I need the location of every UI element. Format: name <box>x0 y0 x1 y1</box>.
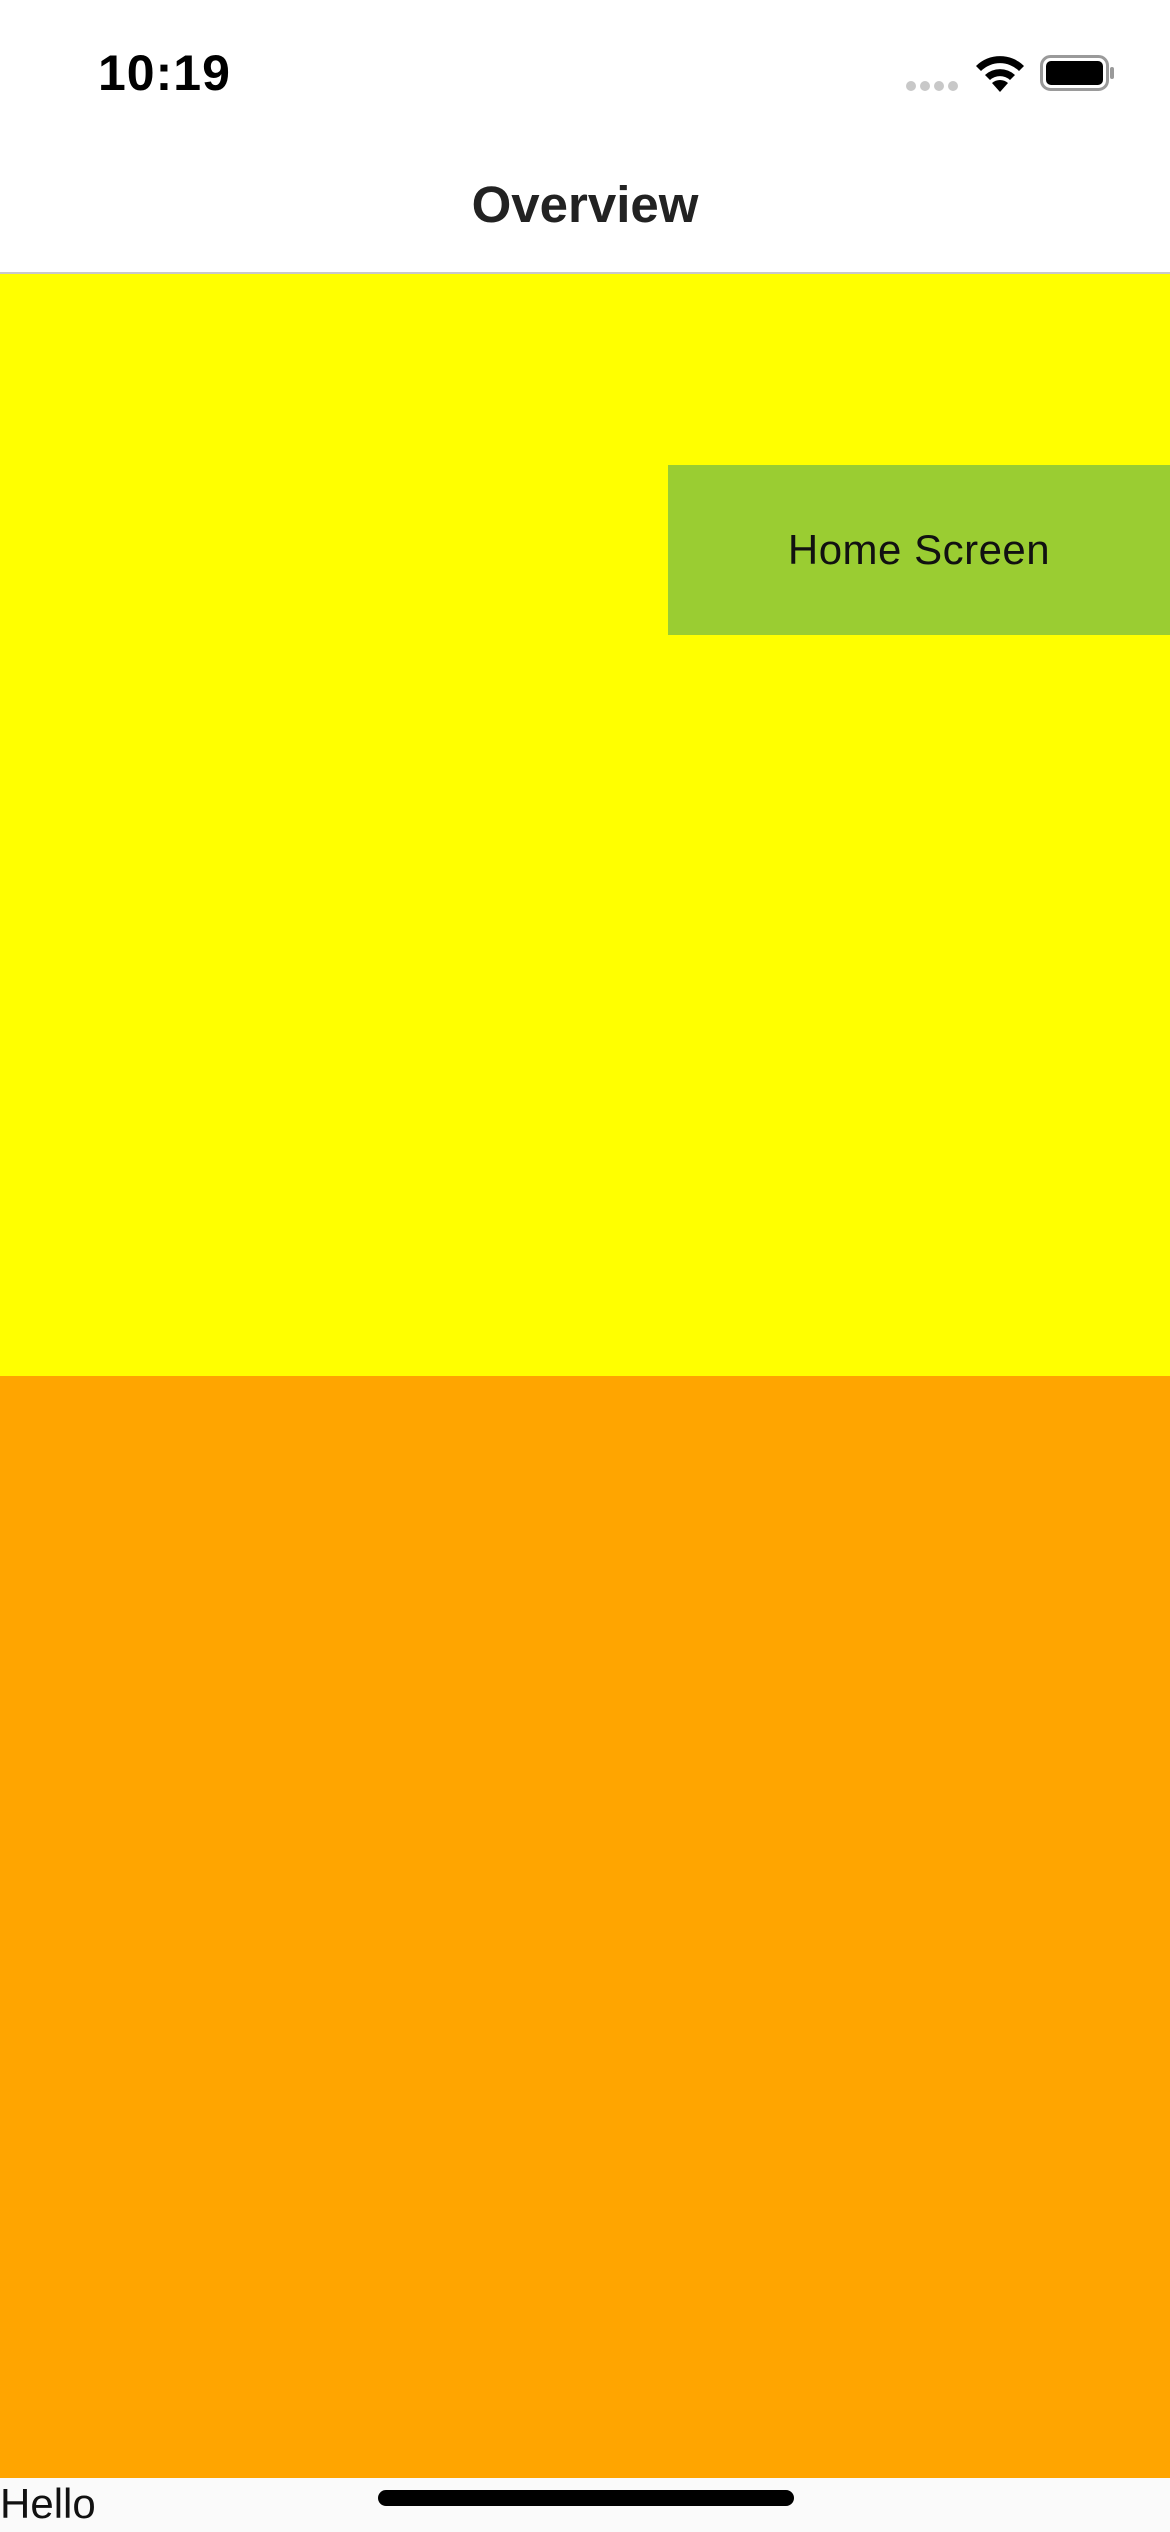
home-indicator[interactable] <box>378 2490 794 2506</box>
battery-icon <box>1040 55 1114 91</box>
page-title: Overview <box>471 176 699 233</box>
bottom-panel <box>0 1376 1170 2478</box>
home-screen-button[interactable]: Home Screen <box>668 465 1170 635</box>
home-screen-button-label: Home Screen <box>787 526 1051 573</box>
navigation-bar: Overview <box>0 140 1170 272</box>
hello-label: Hello <box>0 2480 96 2527</box>
status-time: 10:19 <box>98 45 231 101</box>
top-panel <box>0 274 1170 1376</box>
cellular-signal-icon <box>906 81 958 91</box>
status-bar: 10:19 <box>0 0 1170 140</box>
wifi-icon <box>976 56 1024 92</box>
